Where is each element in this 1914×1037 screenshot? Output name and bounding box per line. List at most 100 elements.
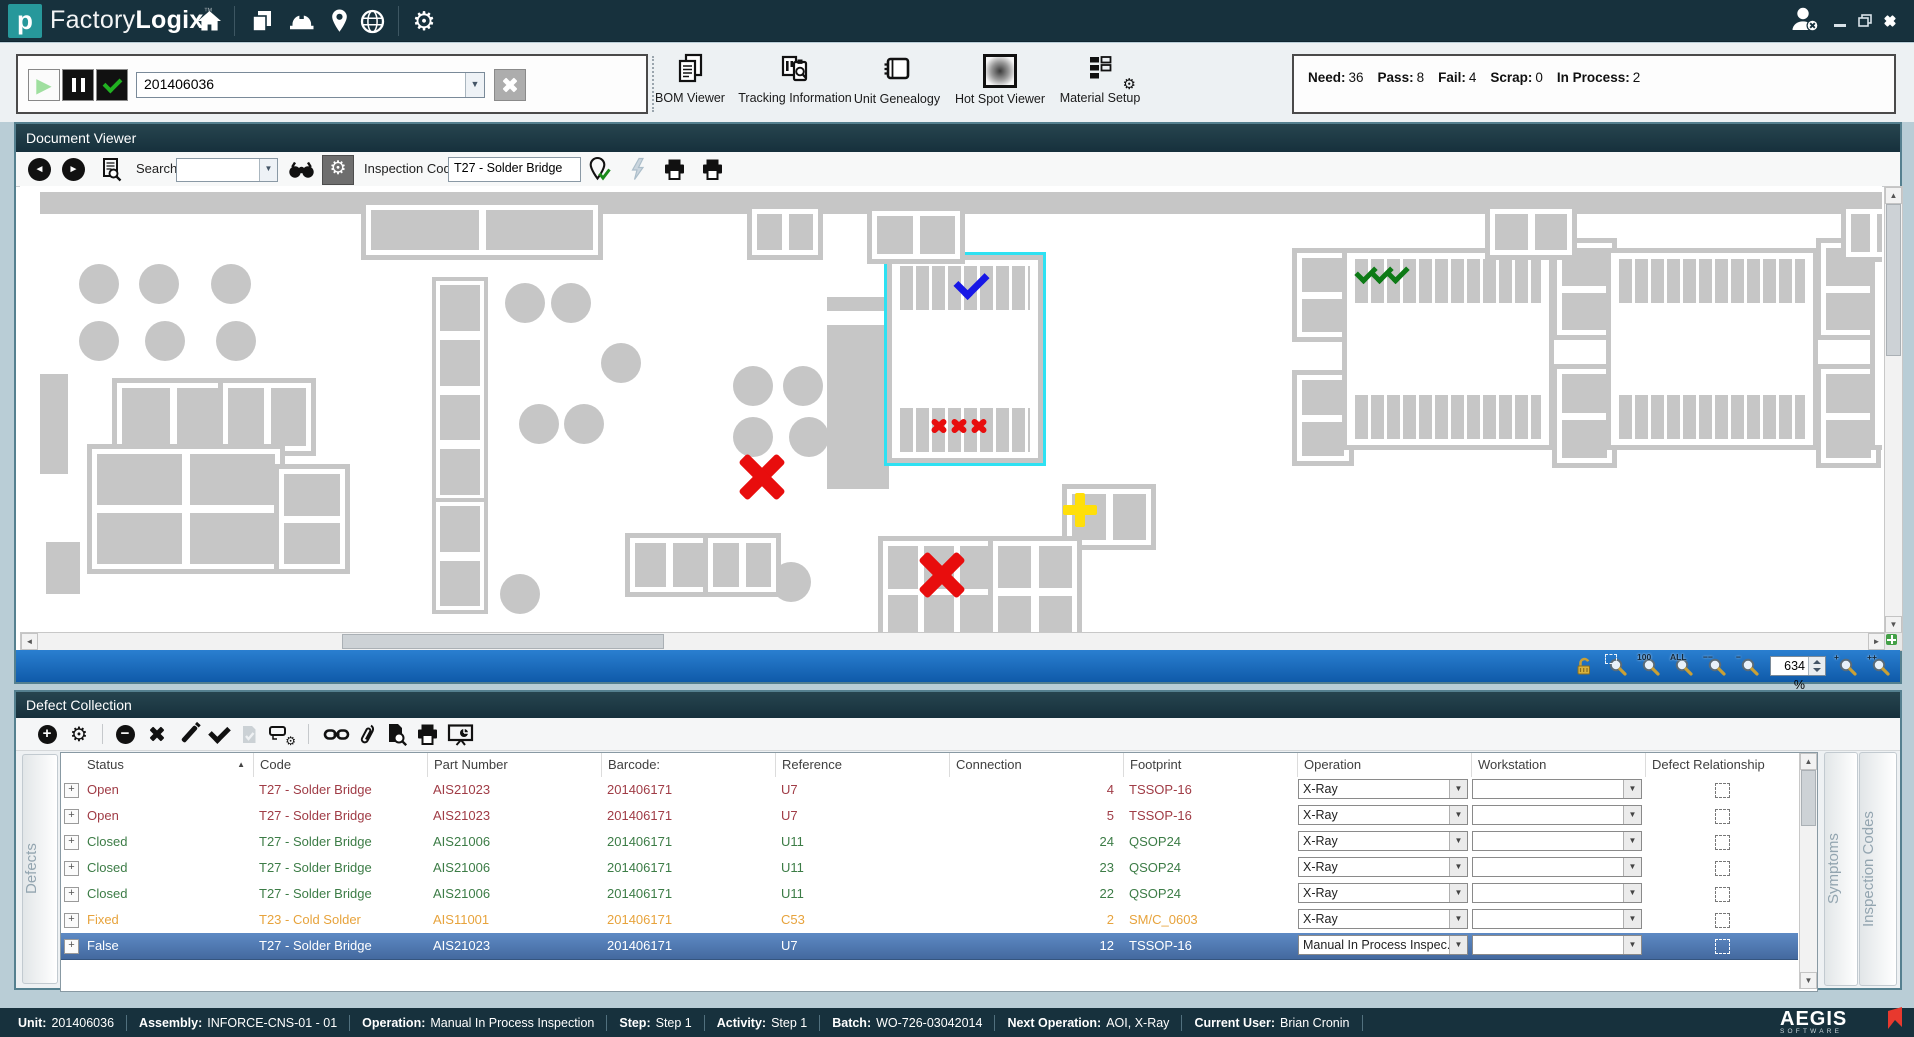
zoom-window-button[interactable] xyxy=(1605,654,1629,678)
cell-part-number[interactable]: AIS21006 xyxy=(427,829,601,855)
cell-part-number[interactable]: AIS11001 xyxy=(427,907,601,933)
workstation-dropdown[interactable]: ▼ xyxy=(1472,857,1642,877)
expand-row-icon[interactable]: + xyxy=(64,939,79,954)
pcb-component[interactable] xyxy=(139,264,179,304)
cell-code[interactable]: T27 - Solder Bridge xyxy=(253,829,427,855)
unit-number-combo[interactable]: 201406036▼ xyxy=(136,72,485,98)
zoom-spinner[interactable] xyxy=(1808,657,1825,675)
complete-button[interactable] xyxy=(96,69,128,101)
inspection-code-input[interactable]: T27 - Solder Bridge xyxy=(448,157,581,182)
cell-status[interactable]: Closed xyxy=(81,855,253,881)
cell-reference[interactable]: C53 xyxy=(775,907,949,933)
material-setup-button[interactable]: ⚙ Material Setup xyxy=(1040,51,1160,115)
tab-defects[interactable]: Defects xyxy=(22,754,58,984)
pcb-component[interactable] xyxy=(79,264,119,304)
defect-relationship-icon[interactable] xyxy=(1715,861,1730,876)
expand-row-icon[interactable]: + xyxy=(64,913,79,928)
cell-footprint[interactable]: QSOP24 xyxy=(1123,829,1297,855)
zoom-in-button[interactable]: + xyxy=(1835,654,1859,678)
cell-connection[interactable]: 23 xyxy=(949,855,1123,881)
chevron-down-icon[interactable]: ▼ xyxy=(259,159,277,181)
documents-icon[interactable] xyxy=(246,8,278,34)
cell-footprint[interactable]: TSSOP-16 xyxy=(1123,803,1297,829)
vertical-scroll-thumb[interactable] xyxy=(1801,770,1816,826)
cell-part-number[interactable]: AIS21023 xyxy=(427,803,601,829)
chevron-down-icon[interactable]: ▼ xyxy=(1449,910,1467,928)
chevron-down-icon[interactable]: ▼ xyxy=(1449,806,1467,824)
column-header-reference[interactable]: Reference xyxy=(775,753,949,777)
cell-connection[interactable]: 12 xyxy=(949,933,1123,959)
pcb-component[interactable] xyxy=(747,204,823,260)
pcb-document-canvas[interactable] xyxy=(20,186,1882,632)
operation-dropdown[interactable]: X-Ray▼ xyxy=(1298,857,1468,877)
view-defect-document-button[interactable] xyxy=(384,723,408,745)
pcb-component[interactable] xyxy=(601,343,641,383)
pcb-component[interactable] xyxy=(145,321,185,361)
workstation-dropdown[interactable]: ▼ xyxy=(1472,935,1642,955)
cell-barcode[interactable]: 201406171 xyxy=(601,907,775,933)
chevron-down-icon[interactable]: ▼ xyxy=(1449,780,1467,798)
pcb-component[interactable] xyxy=(432,277,488,503)
next-document-button[interactable]: ► xyxy=(62,157,85,181)
pcb-component[interactable] xyxy=(551,283,591,323)
expand-row-icon[interactable]: + xyxy=(64,835,79,850)
pcb-component[interactable] xyxy=(1485,204,1577,260)
lock-zoom-button[interactable] xyxy=(1572,654,1596,678)
pcb-component[interactable] xyxy=(988,536,1082,632)
workstation-dropdown[interactable]: ▼ xyxy=(1472,805,1642,825)
hardhat-icon[interactable] xyxy=(284,8,318,34)
workstation-dropdown[interactable]: ▼ xyxy=(1472,831,1642,851)
cell-barcode[interactable]: 201406171 xyxy=(601,881,775,907)
pcb-component[interactable] xyxy=(1606,248,1818,450)
chevron-down-icon[interactable]: ▼ xyxy=(1623,780,1641,798)
print-defects-button[interactable] xyxy=(414,723,440,745)
print-button[interactable] xyxy=(662,157,687,181)
cell-barcode[interactable]: 201406171 xyxy=(601,933,775,959)
cell-code[interactable]: T27 - Solder Bridge xyxy=(253,803,427,829)
workstation-dropdown[interactable]: ▼ xyxy=(1472,883,1642,903)
column-header-operation[interactable]: Operation xyxy=(1297,753,1471,777)
search-combo[interactable]: ▼ xyxy=(176,158,278,182)
canvas-vertical-scrollbar[interactable]: ▲ ▼ xyxy=(1884,186,1903,634)
defect-report-button[interactable] xyxy=(446,723,474,745)
chevron-down-icon[interactable]: ▼ xyxy=(1623,884,1641,902)
pcb-component[interactable] xyxy=(733,366,773,406)
cell-barcode[interactable]: 201406171 xyxy=(601,777,775,803)
chevron-down-icon[interactable]: ▼ xyxy=(1623,832,1641,850)
start-button[interactable]: ▶ xyxy=(28,69,60,101)
workstation-dropdown[interactable]: ▼ xyxy=(1472,909,1642,929)
pcb-component[interactable] xyxy=(867,206,965,264)
edit-defect-button[interactable] xyxy=(178,723,200,745)
chevron-down-icon[interactable]: ▼ xyxy=(1449,936,1467,954)
cell-code[interactable]: T27 - Solder Bridge xyxy=(253,933,427,959)
pcb-component[interactable] xyxy=(505,283,545,323)
operation-dropdown[interactable]: Manual In Process Inspec...▼ xyxy=(1298,935,1468,955)
cell-connection[interactable]: 2 xyxy=(949,907,1123,933)
expand-row-icon[interactable]: + xyxy=(64,809,79,824)
chevron-down-icon[interactable]: ▼ xyxy=(465,73,484,97)
unit-genealogy-button[interactable]: Unit Genealogy xyxy=(837,51,957,115)
defect-relationship-icon[interactable] xyxy=(1715,835,1730,850)
cell-part-number[interactable]: AIS21023 xyxy=(427,933,601,959)
scroll-left-icon[interactable]: ◄ xyxy=(21,633,38,650)
defect-relationship-icon[interactable] xyxy=(1715,809,1730,824)
pcb-component[interactable] xyxy=(625,533,713,597)
table-vertical-scrollbar[interactable]: ▲ ▼ xyxy=(1799,753,1817,989)
defect-tag-button[interactable]: ⚙ xyxy=(268,723,294,745)
zoom-in-fast-button[interactable]: ++ xyxy=(1868,654,1892,678)
pan-tool-icon[interactable] xyxy=(1886,634,1897,645)
tab-symptoms[interactable]: Symptoms xyxy=(1824,752,1858,986)
chevron-down-icon[interactable]: ▼ xyxy=(1449,832,1467,850)
table-row[interactable]: +ClosedT27 - Solder BridgeAIS21006201406… xyxy=(61,855,1798,882)
column-header-workstation[interactable]: Workstation xyxy=(1471,753,1645,777)
table-row[interactable]: +OpenT27 - Solder BridgeAIS2102320140617… xyxy=(61,777,1798,804)
cell-reference[interactable]: U7 xyxy=(775,933,949,959)
expand-row-icon[interactable]: + xyxy=(64,887,79,902)
cell-status[interactable]: Fixed xyxy=(81,907,253,933)
home-icon[interactable] xyxy=(192,8,226,34)
pause-button[interactable] xyxy=(62,69,94,101)
chevron-down-icon[interactable]: ▼ xyxy=(1623,858,1641,876)
scroll-right-icon[interactable]: ► xyxy=(1868,633,1885,650)
globe-icon[interactable] xyxy=(356,8,388,34)
pcb-component[interactable] xyxy=(87,444,285,574)
